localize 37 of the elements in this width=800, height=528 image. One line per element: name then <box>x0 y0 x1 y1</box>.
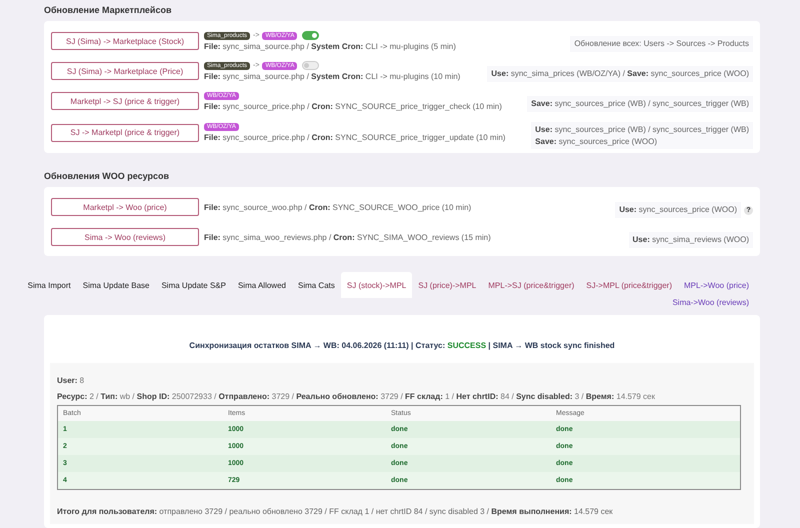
tab[interactable]: SJ (price)->MPL <box>412 272 482 298</box>
report-title: Синхронизация остатков SIMA → WB: 04.06.2026 (11:11) | Статус: SUCCESS | SIMA → WB stock sync finished <box>188 341 616 350</box>
sync-button[interactable]: SJ (Sima) -> Marketplace (Price) <box>51 62 199 80</box>
stat-line: Ресурс: 2 / Тип: wb / Shop ID: 250072933 / Отправлено: 3729 / Реально обновлено: 3729 / FF склад: 1 / Нет chrtID: 84 / Sync disabled: 3 / Время: 14.579 сек <box>57 391 656 404</box>
sync-button[interactable]: SJ -> Marketpl (price & trigger) <box>51 124 199 142</box>
file-info: File: sync_source_price.php / Cron: SYNC_SOURCE_price_trigger_check (10 min) <box>204 102 503 110</box>
sync-button[interactable]: Sima -> Woo (reviews) <box>51 228 199 246</box>
info-text: Use: sync_sima_reviews (WOO) <box>628 232 753 248</box>
tab[interactable]: SJ->MPL (price&trigger) <box>580 272 678 298</box>
info-text: Save: sync_sources_price (WB) / sync_sources_trigger (WB) <box>527 96 753 112</box>
tab[interactable]: Sima Cats <box>292 272 341 298</box>
toggle-switch[interactable] <box>302 31 320 40</box>
tab[interactable]: Sima->Woo (reviews) <box>666 298 755 308</box>
file-info: File: sync_source_woo.php / Cron: SYNC_SOURCE_WOO_price (10 min) <box>204 202 472 212</box>
file-info: File: sync_source_price.php / Cron: SYNC_SOURCE_price_trigger_update (10 min) <box>204 133 506 142</box>
tab[interactable]: Sima Import <box>22 272 77 298</box>
file-info: File: sync_sima_source.php / System Cron: CLI -> mu-plugins (5 min) <box>204 42 457 51</box>
tab[interactable]: Sima Allowed <box>232 272 292 298</box>
tab[interactable]: Sima Update Base <box>76 272 156 298</box>
file-info: File: sync_sima_source.php / System Cron: CLI -> mu-plugins (10 min) <box>204 72 462 81</box>
tab[interactable]: MPL->Woo (price) <box>678 272 755 298</box>
sync-button[interactable]: SJ (Sima) -> Marketplace (Stock) <box>51 32 199 50</box>
tab[interactable]: SJ (stock)->MPL <box>340 272 412 298</box>
tab[interactable]: Sima Update S&P <box>155 272 232 298</box>
info-text: Use: sync_sima_prices (WB/OZ/YA) / Save: sync_sources_price (WOO) <box>487 66 753 82</box>
info-text: Use: sync_sources_price (WB) / sync_sources_trigger (WB) Save: sync_sources_price (WOO) <box>531 122 753 150</box>
sync-button[interactable]: Marketpl -> Woo (price) <box>51 198 199 216</box>
toggle-switch[interactable] <box>302 61 320 70</box>
tab[interactable]: MPL->SJ (price&trigger) <box>482 272 580 298</box>
stat-line: User: 8 <box>57 375 86 388</box>
section-title: Обновления WOO ресурсов <box>44 170 170 184</box>
section-title: Обновление Маркетплейсов <box>44 4 173 17</box>
file-info: File: sync_sima_woo_reviews.php / Cron: SYNC_SIMA_WOO_reviews (15 min) <box>204 232 492 242</box>
info-text: Use: sync_sources_price (WOO) <box>615 202 741 218</box>
sync-button[interactable]: Marketpl -> SJ (price & trigger) <box>51 92 199 110</box>
info-text: Обновление всех: Users -> Sources -> Products <box>570 36 753 52</box>
summary-text: Итого для пользователя: отправлено 3729 / реально обновлено 3729 / FF склад 1 / нет chrtID 84 / sync disabled 3 / Время выполнения: 14.579 сек <box>57 507 614 516</box>
